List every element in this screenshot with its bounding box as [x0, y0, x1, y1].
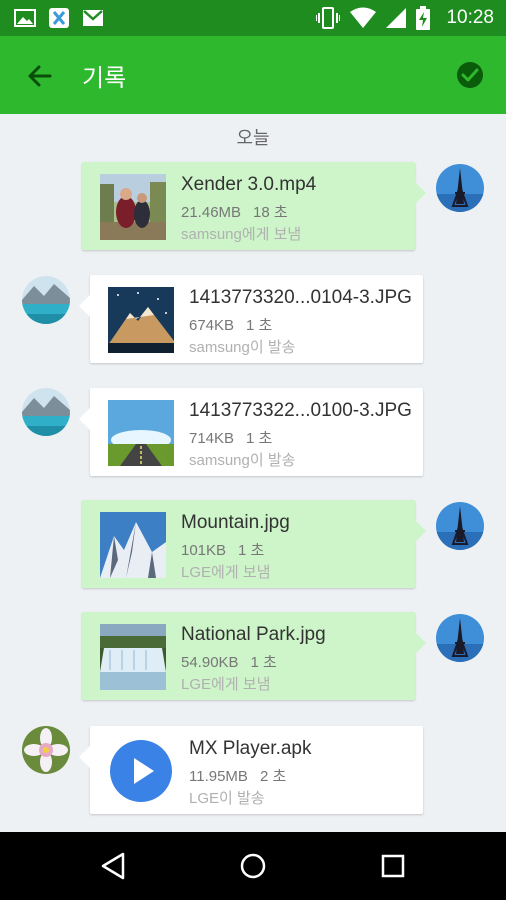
history-item-sent[interactable]: National Park.jpg 54.90KB 1 초 LGE에게 보냄 — [82, 612, 426, 700]
file-name: Mountain.jpg — [181, 512, 290, 533]
file-size: 54.90KB — [181, 654, 239, 671]
lake-avatar-icon — [22, 388, 70, 436]
status-bar: 10:28 — [0, 0, 506, 36]
transfer-duration: 2 초 — [259, 768, 287, 785]
road-sky-thumbnail — [108, 400, 174, 466]
lake-avatar-icon — [22, 276, 70, 324]
history-item-sent[interactable]: Xender 3.0.mp4 21.46MB 18 초 samsung에게 보냄 — [82, 162, 426, 250]
page-title: 기록 — [82, 65, 127, 92]
transfer-duration: 1 초 — [250, 654, 277, 671]
signal-icon — [386, 8, 407, 28]
transfer-status: samsung이 발송 — [189, 452, 296, 469]
app-bar: 기록 — [0, 36, 506, 114]
vibrate-icon — [316, 7, 341, 29]
avatar[interactable] — [436, 164, 484, 212]
transfer-status: LGE에게 보냄 — [181, 564, 271, 581]
mountain-starry-thumbnail — [108, 287, 174, 353]
wifi-icon — [350, 7, 377, 28]
transfer-status: LGE이 발송 — [189, 790, 265, 807]
nav-back-icon[interactable] — [97, 850, 129, 882]
play-app-icon — [108, 738, 174, 804]
gmail-icon — [83, 10, 103, 26]
file-name: Xender 3.0.mp4 — [181, 174, 317, 195]
avatar[interactable] — [22, 388, 70, 436]
file-name: 1413773320...0104-3.JPG — [189, 287, 412, 308]
history-item-received[interactable]: MX Player.apk 11.95MB 2 초 LGE이 발송 — [79, 726, 423, 814]
date-header: 오늘 — [236, 128, 270, 148]
battery-charging-icon — [416, 6, 431, 30]
transfer-duration: 1 초 — [246, 317, 273, 334]
file-size: 21.46MB — [181, 204, 242, 221]
history-list: 오늘 Xender 3.0.mp4 21.46MB 18 초 samsung에게 … — [0, 114, 506, 832]
waterfall-thumbnail — [100, 624, 166, 690]
file-name: 1413773322...0100-3.JPG — [189, 400, 412, 421]
transfer-status: samsung에게 보냄 — [181, 226, 302, 243]
snow-mountain-thumbnail — [100, 512, 166, 578]
transfer-status: LGE에게 보냄 — [181, 676, 271, 693]
system-nav-bar — [0, 832, 506, 900]
arrow-back-icon[interactable] — [24, 60, 56, 92]
file-size: 11.95MB — [189, 768, 248, 785]
nav-recents-icon[interactable] — [377, 850, 409, 882]
file-name: MX Player.apk — [189, 738, 312, 759]
file-size: 674KB — [189, 317, 235, 334]
file-size: 101KB — [181, 542, 227, 559]
eiffel-tower-avatar-icon — [436, 502, 484, 550]
history-item-received[interactable]: 1413773320...0104-3.JPG 674KB 1 초 samsung… — [79, 275, 423, 363]
file-size: 714KB — [189, 430, 235, 447]
avatar[interactable] — [436, 502, 484, 550]
transfer-duration: 1 초 — [238, 542, 265, 559]
eiffel-tower-avatar-icon — [436, 614, 484, 662]
history-item-sent[interactable]: Mountain.jpg 101KB 1 초 LGE에게 보냄 — [82, 500, 426, 588]
image-icon — [14, 9, 36, 27]
eiffel-tower-avatar-icon — [436, 164, 484, 212]
file-name: National Park.jpg — [181, 624, 326, 645]
flower-avatar-icon — [22, 726, 70, 774]
avatar[interactable] — [22, 276, 70, 324]
video-thumbnail — [100, 174, 166, 240]
nav-home-icon[interactable] — [237, 850, 269, 882]
history-item-received[interactable]: 1413773322...0100-3.JPG 714KB 1 초 samsung… — [79, 388, 423, 476]
transfer-duration: 18 초 — [253, 204, 288, 221]
transfer-status: samsung이 발송 — [189, 339, 296, 356]
avatar[interactable] — [436, 614, 484, 662]
transfer-duration: 1 초 — [246, 430, 273, 447]
xender-icon — [49, 8, 69, 28]
clock: 10:28 — [446, 7, 494, 28]
avatar[interactable] — [22, 726, 70, 774]
check-circle-icon[interactable] — [456, 61, 484, 89]
